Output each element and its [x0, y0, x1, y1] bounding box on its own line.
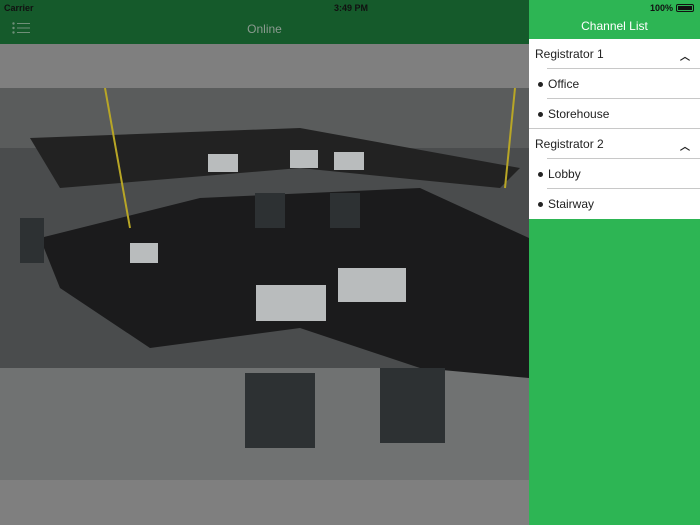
- page-title: Online: [247, 22, 282, 36]
- time-label: 3:49 PM: [334, 3, 369, 13]
- group-registrator-1[interactable]: Registrator 1 ︿: [529, 39, 700, 69]
- channel-list: Registrator 1 ︿ Office Storehouse Registr…: [529, 39, 700, 219]
- channel-drawer: 100% Channel List Registrator 1 ︿ Office …: [529, 0, 700, 525]
- channel-label: Storehouse: [548, 107, 610, 121]
- chevron-up-icon[interactable]: ︿: [680, 48, 690, 63]
- carrier-label: Carrier: [4, 3, 34, 13]
- channel-storehouse[interactable]: Storehouse: [529, 99, 700, 129]
- channel-lobby[interactable]: Lobby: [529, 159, 700, 189]
- channel-label: Office: [548, 77, 580, 91]
- group-label: Registrator 1: [535, 47, 604, 61]
- group-registrator-2[interactable]: Registrator 2 ︿: [529, 129, 700, 159]
- battery-indicator: 100%: [650, 3, 694, 13]
- battery-label: 100%: [649, 3, 673, 13]
- channel-label: Stairway: [548, 197, 595, 211]
- camera-video-frame[interactable]: [0, 88, 529, 480]
- channel-stairway[interactable]: Stairway: [529, 189, 700, 219]
- channel-office[interactable]: Office: [529, 69, 700, 99]
- drawer-title: Channel List: [581, 19, 648, 33]
- chevron-up-icon[interactable]: ︿: [680, 138, 690, 153]
- group-label: Registrator 2: [535, 137, 604, 151]
- drawer-status-bar: 100%: [529, 0, 700, 16]
- battery-icon: [676, 4, 694, 12]
- channel-label: Lobby: [548, 167, 581, 181]
